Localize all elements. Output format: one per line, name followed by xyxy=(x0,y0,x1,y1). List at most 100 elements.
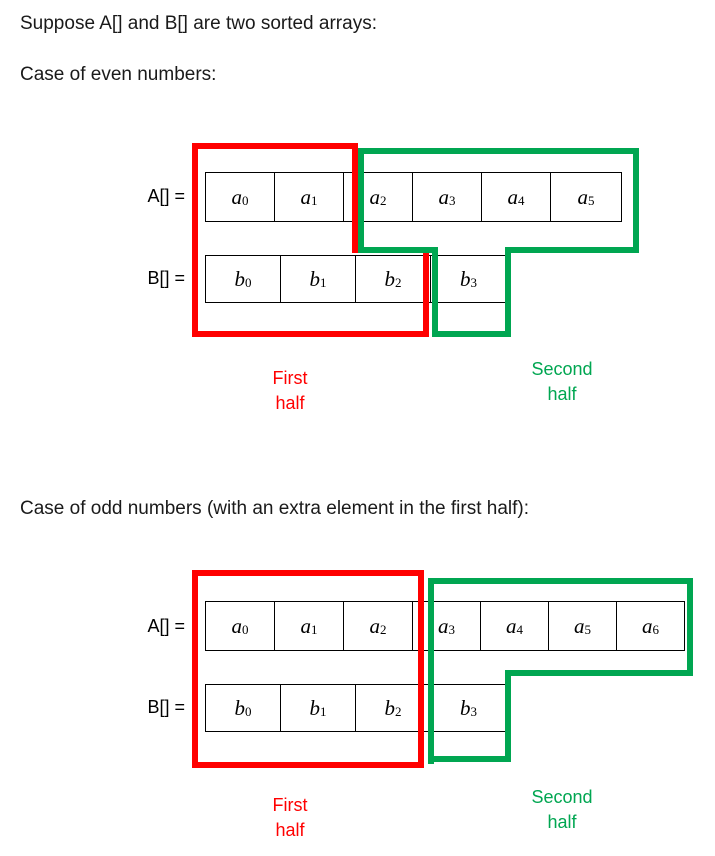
even-array-b-label: B[] = xyxy=(147,268,185,288)
cell-base: b xyxy=(384,266,396,291)
cell-index: 2 xyxy=(395,275,402,290)
second-half-line-1: Second xyxy=(531,359,593,379)
even-case-heading: Case of even numbers: xyxy=(20,64,217,85)
cell-index: 4 xyxy=(516,622,524,637)
cell-base: a xyxy=(231,184,243,209)
cell-index: 0 xyxy=(242,193,249,208)
even-second-half-outline-left-upper xyxy=(358,148,364,253)
odd-second-half-outline-notch-top xyxy=(505,670,693,676)
odd-first-half-outline-right xyxy=(418,570,424,768)
cell-index: 1 xyxy=(311,622,318,637)
cell-base: a xyxy=(231,613,243,638)
array-cell: a5 xyxy=(549,602,617,650)
odd-array-b-label: B[] = xyxy=(147,697,185,717)
even-array-a-cells: a0 a1 a2 a3 a4 a5 xyxy=(205,172,622,222)
cell-base: b xyxy=(309,266,321,291)
first-half-line-1: First xyxy=(272,795,308,815)
cell-base: a xyxy=(300,613,312,638)
array-cell: a4 xyxy=(481,602,549,650)
even-second-half-outline-bottom xyxy=(432,331,511,337)
first-half-line-2: half xyxy=(275,393,305,413)
array-cell: b0 xyxy=(206,685,281,731)
cell-base: a xyxy=(438,184,450,209)
even-second-half-outline-inner-left xyxy=(432,247,438,337)
even-first-half-outline-right xyxy=(423,247,429,337)
cell-index: 0 xyxy=(242,622,249,637)
odd-second-half-outline-left xyxy=(428,584,434,764)
array-cell: a1 xyxy=(275,602,344,650)
second-half-line-2: half xyxy=(547,384,577,404)
odd-first-half-outline-bottom xyxy=(192,762,424,768)
cell-base: a xyxy=(369,613,381,638)
cell-base: b xyxy=(460,266,471,291)
cell-index: 3 xyxy=(470,704,478,719)
even-array-b-cells: b0 b1 b2 b3 xyxy=(205,255,507,303)
even-first-half-outline-left xyxy=(192,143,198,337)
second-half-line-1: Second xyxy=(531,787,593,807)
second-half-line-2: half xyxy=(547,812,577,832)
odd-case-heading: Case of odd numbers (with an extra eleme… xyxy=(20,498,530,519)
cell-base: a xyxy=(300,184,312,209)
cell-index: 1 xyxy=(320,704,327,719)
array-cell: a5 xyxy=(551,173,621,221)
even-second-half-outline-inner-right xyxy=(505,247,511,337)
cell-base: b xyxy=(234,266,246,291)
array-cell: b1 xyxy=(281,256,356,302)
odd-first-half-outline-top xyxy=(192,570,424,576)
cell-index: 1 xyxy=(320,275,327,290)
array-cell: b1 xyxy=(281,685,356,731)
cell-index: 3 xyxy=(448,622,456,637)
array-cell: a3 xyxy=(413,173,482,221)
cell-base: b xyxy=(309,695,321,720)
cell-base: a xyxy=(577,184,589,209)
cell-index: 5 xyxy=(584,622,592,637)
cell-base: b xyxy=(460,695,471,720)
even-second-half-outline-notch-left xyxy=(358,247,438,253)
cell-index: 3 xyxy=(449,193,456,208)
array-cell: b2 xyxy=(356,256,431,302)
cell-index: 2 xyxy=(395,704,402,719)
odd-second-half-outline-top xyxy=(428,578,693,584)
cell-base: b xyxy=(384,695,396,720)
odd-array-a-cells: a0 a1 a2 a3 a4 a5 a6 xyxy=(205,601,685,651)
array-cell: a2 xyxy=(344,602,413,650)
cell-base: b xyxy=(234,695,246,720)
even-second-half-outline-notch-right xyxy=(505,247,639,253)
array-cell: a6 xyxy=(617,602,684,650)
cell-index: 1 xyxy=(311,193,318,208)
cell-base: a xyxy=(438,613,449,638)
array-cell: b3 xyxy=(431,256,506,302)
cell-base: a xyxy=(574,613,585,638)
even-second-half-outline-right-upper xyxy=(633,148,639,253)
odd-second-half-outline-right-upper xyxy=(687,578,693,676)
first-half-line-1: First xyxy=(272,368,308,388)
even-second-half-label: Second half xyxy=(502,357,622,407)
first-half-line-2: half xyxy=(275,820,305,840)
cell-base: a xyxy=(507,184,519,209)
even-array-a-label: A[] = xyxy=(147,186,185,206)
cell-index: 0 xyxy=(245,275,252,290)
even-first-half-label: First half xyxy=(230,366,350,416)
cell-base: a xyxy=(369,184,381,209)
array-cell: a1 xyxy=(275,173,344,221)
cell-base: a xyxy=(506,613,517,638)
even-first-half-outline-bottom xyxy=(192,331,429,337)
odd-array-b-cells: b0 b1 b2 b3 xyxy=(205,684,507,732)
cell-index: 2 xyxy=(380,622,387,637)
odd-array-a-label: A[] = xyxy=(147,616,185,636)
intro-text: Suppose A[] and B[] are two sorted array… xyxy=(20,13,377,34)
odd-second-half-label: Second half xyxy=(502,785,622,835)
cell-index: 3 xyxy=(470,275,478,290)
array-cell: b0 xyxy=(206,256,281,302)
odd-first-half-label: First half xyxy=(230,793,350,843)
cell-base: a xyxy=(642,613,653,638)
odd-second-half-outline-bottom xyxy=(428,756,511,762)
array-cell: a0 xyxy=(206,173,275,221)
odd-first-half-outline-left xyxy=(192,570,198,768)
array-cell: a4 xyxy=(482,173,551,221)
odd-second-half-outline-inner-right xyxy=(505,670,511,762)
array-cell: b3 xyxy=(431,685,506,731)
array-cell: a0 xyxy=(206,602,275,650)
cell-index: 5 xyxy=(588,193,595,208)
even-first-half-outline-top xyxy=(192,143,358,149)
